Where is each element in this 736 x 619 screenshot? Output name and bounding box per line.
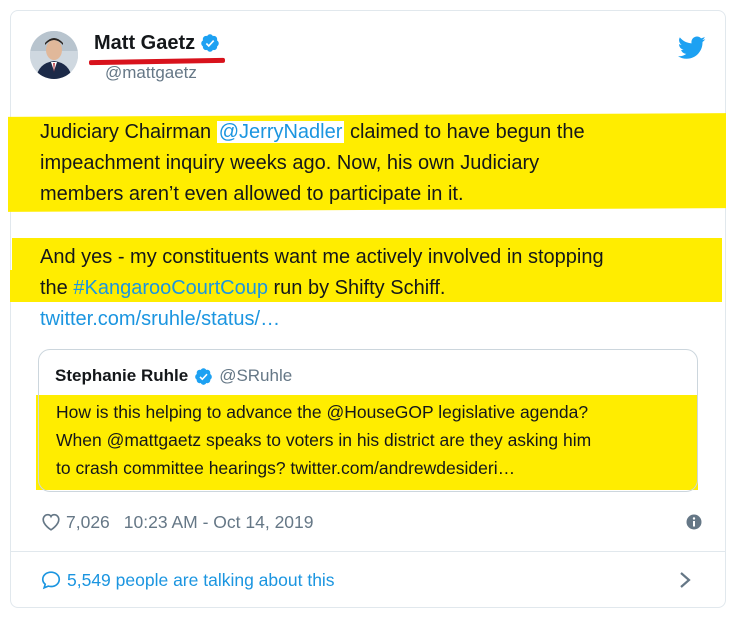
quoted-tweet-text: How is this helping to advance the @Hous… — [56, 398, 696, 482]
info-icon[interactable] — [686, 514, 702, 530]
quoted-line: to crash committee hearings? twitter.com… — [56, 458, 516, 478]
verified-badge-icon — [201, 34, 219, 52]
quoted-line: When @mattgaetz speaks to voters in his … — [56, 430, 592, 450]
author-name[interactable]: Matt Gaetz — [94, 31, 195, 55]
tweet-line: And yes - my constituents want me active… — [40, 246, 604, 268]
like-count[interactable]: 7,026 — [66, 512, 110, 533]
timestamp[interactable]: 10:23 AM - Oct 14, 2019 — [124, 512, 314, 533]
hashtag-link-kangaroocourtcoup[interactable]: #KangarooCourtCoup — [73, 277, 268, 299]
tweet-text-segment: the — [40, 277, 74, 299]
speech-bubble-icon — [41, 571, 61, 590]
tweet-line: impeachment inquiry weeks ago. Now, his … — [40, 152, 540, 174]
talking-count-text[interactable]: 5,549 people are talking about this — [67, 570, 335, 591]
quoted-author-handle[interactable]: @SRuhle — [219, 366, 292, 386]
quoted-tweet-url-link[interactable]: twitter.com/sruhle/status/… — [40, 308, 280, 330]
author-handle[interactable]: @mattgaetz — [105, 63, 197, 83]
tweet-text-segment: run by Shifty Schiff. — [267, 277, 446, 299]
quoted-tweet[interactable]: Stephanie Ruhle @SRuhle How is this help… — [38, 349, 698, 492]
quoted-tweet-header: Stephanie Ruhle @SRuhle — [55, 366, 292, 386]
tweet-text-segment: Judiciary Chairman — [40, 121, 217, 143]
quoted-line: How is this helping to advance the @Hous… — [56, 402, 589, 422]
twitter-bird-icon[interactable] — [678, 36, 706, 60]
divider — [10, 551, 726, 552]
chevron-right-icon[interactable] — [678, 570, 692, 590]
tweet-text: Judiciary Chairman @JerryNadler claimed … — [40, 117, 720, 335]
mention-link-jerrynadler[interactable]: @JerryNadler — [216, 121, 345, 143]
talking-about-link[interactable]: 5,549 people are talking about this — [40, 569, 335, 591]
tweet-meta-row: 7,026 10:23 AM - Oct 14, 2019 — [40, 511, 314, 533]
verified-badge-icon — [195, 367, 212, 385]
tweet-text-segment: claimed to have begun the — [344, 121, 585, 143]
heart-icon[interactable] — [40, 511, 62, 533]
quoted-author-name[interactable]: Stephanie Ruhle — [55, 366, 188, 386]
author-name-row: Matt Gaetz — [94, 31, 220, 55]
avatar[interactable] — [30, 31, 78, 79]
tweet-line: members aren’t even allowed to participa… — [40, 183, 464, 205]
